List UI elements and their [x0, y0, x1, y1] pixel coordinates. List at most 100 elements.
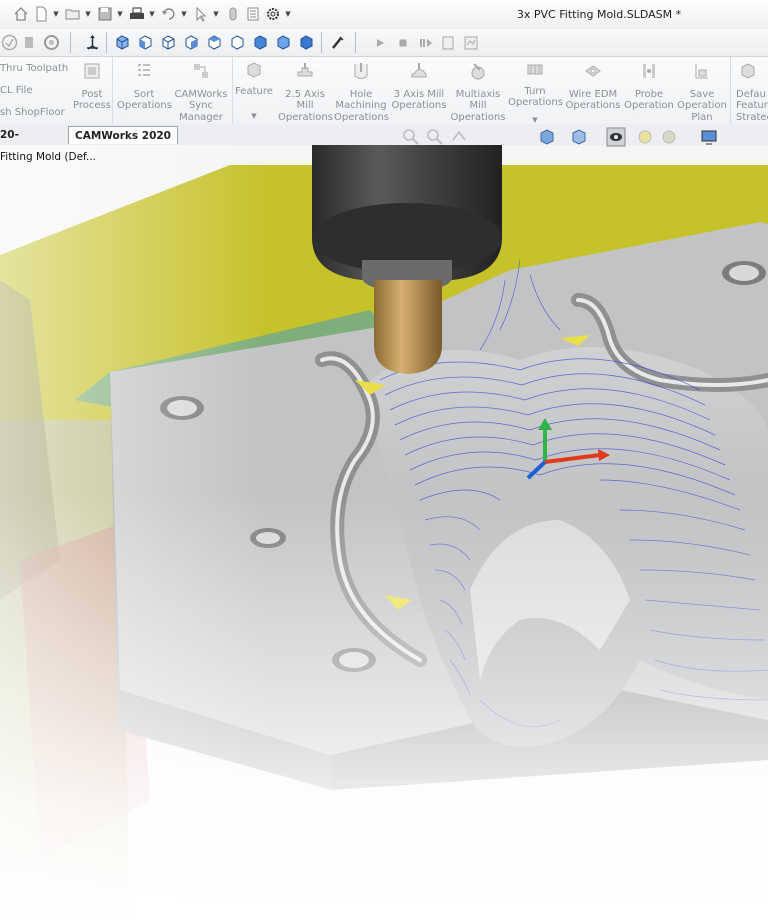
multiaxis-mill-label-1: Multiaxis	[455, 88, 501, 100]
probe-operation-icon	[643, 64, 655, 78]
save-operation-plan-label-3: Plan	[691, 111, 713, 123]
feature-strategies-label-1: Defau	[736, 88, 766, 100]
save-operation-plan-icon	[695, 64, 708, 79]
turn-operations-label-2: Operations	[508, 97, 563, 108]
save-operation-plan-button[interactable]: Save Operation Plan	[677, 61, 727, 123]
default-feature-strategies-icon	[741, 63, 755, 79]
zoom-to-fit-icon[interactable]	[402, 128, 420, 146]
sort-operations-button[interactable]: Sort Operations	[117, 61, 172, 112]
stock-icon[interactable]	[20, 33, 39, 52]
turn-operations-label-1: Turn	[524, 85, 546, 97]
simulation-report-icon[interactable]	[438, 33, 457, 52]
feature-strategies-label-2: Featur	[736, 100, 768, 111]
tab-workflow[interactable]: 20-WorkFlow	[0, 126, 68, 159]
hide-show-items-icon[interactable]	[606, 127, 626, 147]
step-simulation-icon[interactable]	[416, 33, 435, 52]
probe-operation-label-1: Probe	[634, 88, 664, 100]
apply-scene-icon[interactable]	[660, 128, 678, 146]
hole-machining-button[interactable]: Hole Machining Operations	[334, 61, 389, 123]
sync-manager-label-1: CAMWorks	[174, 88, 228, 100]
post-process-icon	[84, 63, 100, 79]
wire-edm-label-1: Wire EDM	[568, 88, 618, 100]
view-right-icon[interactable]	[205, 33, 224, 52]
toolbar-separator	[321, 32, 322, 53]
previous-view-icon[interactable]	[450, 128, 468, 146]
feature-dropdown-icon[interactable]: ▼	[234, 111, 274, 123]
probe-operation-label-2: Operation	[624, 100, 674, 111]
multiaxis-mill-label-2: Mill	[469, 100, 487, 111]
zoom-to-area-icon[interactable]	[426, 128, 444, 146]
heads-up-view-toolbar	[402, 127, 718, 147]
multiaxis-mill-label-3: Operations	[450, 111, 506, 123]
sync-manager-icon	[194, 64, 208, 78]
mill-2-5-axis-button[interactable]: 2.5 Axis Mill Operations	[278, 61, 333, 123]
mill-3-axis-button[interactable]: 3 Axis Mill Operations	[390, 61, 448, 112]
multiaxis-mill-icon	[471, 63, 485, 80]
toolbar-separator	[106, 32, 107, 53]
hole-machining-label-2: Machining	[335, 100, 387, 111]
hole-machining-label-3: Operations	[334, 111, 389, 123]
ribbon-item-cl-file[interactable]: CL File	[0, 85, 32, 96]
sort-operations-label-1: Sort	[133, 88, 155, 100]
mold-model	[0, 145, 768, 920]
graphics-viewport[interactable]	[0, 145, 768, 920]
turn-operations-button[interactable]: Turn Operations ▼	[508, 60, 563, 126]
feature-icon	[247, 62, 261, 78]
camworks-toolbar	[0, 29, 768, 57]
display-style-icon[interactable]	[570, 128, 588, 146]
ribbon-separator	[730, 57, 731, 124]
view-orientation-icon[interactable]	[538, 128, 556, 146]
edit-appearance-icon[interactable]	[636, 128, 654, 146]
sort-operations-label-2: Operations	[117, 100, 172, 111]
view-top-icon[interactable]	[228, 33, 247, 52]
turn-operations-icon	[527, 64, 543, 75]
mill-2-5-axis-label-3: Operations	[278, 111, 333, 123]
mill-3-axis-label-2: Operations	[391, 100, 447, 111]
ribbon-item-thru-toolpath[interactable]: Thru Toolpath	[0, 63, 68, 74]
mill-2-5-axis-label-2: Mill	[296, 100, 314, 111]
view-bottom-icon[interactable]	[251, 33, 270, 52]
view-front-icon[interactable]	[136, 33, 155, 52]
view-trimetric-icon[interactable]	[297, 33, 316, 52]
mill-3-axis-icon	[411, 63, 427, 78]
sync-manager-label-3: Manager	[179, 111, 223, 123]
post-process-label-2: Process	[73, 100, 111, 111]
save-operation-plan-label-1: Save	[689, 88, 715, 100]
view-isometric-icon[interactable]	[113, 33, 132, 52]
view-dimetric-icon[interactable]	[274, 33, 293, 52]
multiaxis-mill-button[interactable]: Multiaxis Mill Operations	[450, 61, 506, 123]
default-feature-strategies-button[interactable]: Defau Featur Strateg	[734, 61, 768, 123]
save-operation-plan-label-2: Operation	[677, 100, 727, 111]
settings-disc-icon[interactable]	[42, 33, 61, 52]
coordinate-system-icon[interactable]	[83, 33, 102, 52]
tool-library-icon[interactable]	[328, 33, 347, 52]
wire-edm-button[interactable]: Wire EDM Operations	[565, 61, 621, 112]
viewport-fade-bottom	[0, 145, 768, 920]
sort-operations-icon	[138, 64, 150, 76]
view-back-icon[interactable]	[159, 33, 178, 52]
feature-label: Feature	[235, 85, 273, 97]
post-process-button[interactable]: Post Process	[70, 61, 114, 112]
wire-edm-label-2: Operations	[565, 100, 621, 111]
title-bar: ▼ ▼ ▼ ▼ ▼ ▼ ▼ 3x PVC Fitting Mold.SLDASM…	[0, 0, 768, 30]
mill-3-axis-label-1: 3 Axis Mill	[393, 88, 445, 100]
feature-button[interactable]: Feature ▼	[234, 60, 274, 123]
sync-manager-label-2: Sync	[188, 100, 214, 111]
view-settings-icon[interactable]	[700, 128, 718, 146]
compare-icon[interactable]	[461, 33, 480, 52]
camworks-sync-manager-button[interactable]: CAMWorks Sync Manager	[173, 61, 229, 123]
post-process-label-1: Post	[81, 88, 103, 100]
ribbon-separator	[232, 57, 233, 124]
toolbar-separator	[70, 32, 71, 53]
ribbon-item-shopfloor[interactable]: sh ShopFloor	[0, 107, 65, 118]
stop-simulation-icon[interactable]	[393, 33, 412, 52]
play-simulation-icon[interactable]	[370, 33, 389, 52]
view-left-icon[interactable]	[182, 33, 201, 52]
probe-operation-button[interactable]: Probe Operation	[623, 61, 675, 112]
feature-strategies-label-3: Strateg	[736, 111, 768, 123]
hole-machining-icon	[354, 63, 368, 79]
check-icon[interactable]	[0, 33, 19, 52]
mill-2-5-axis-icon	[297, 63, 313, 77]
tab-camworks[interactable]: CAMWorks 2020	[68, 126, 178, 144]
feature-tree-root[interactable]: Fitting Mold (Def...	[0, 151, 96, 163]
